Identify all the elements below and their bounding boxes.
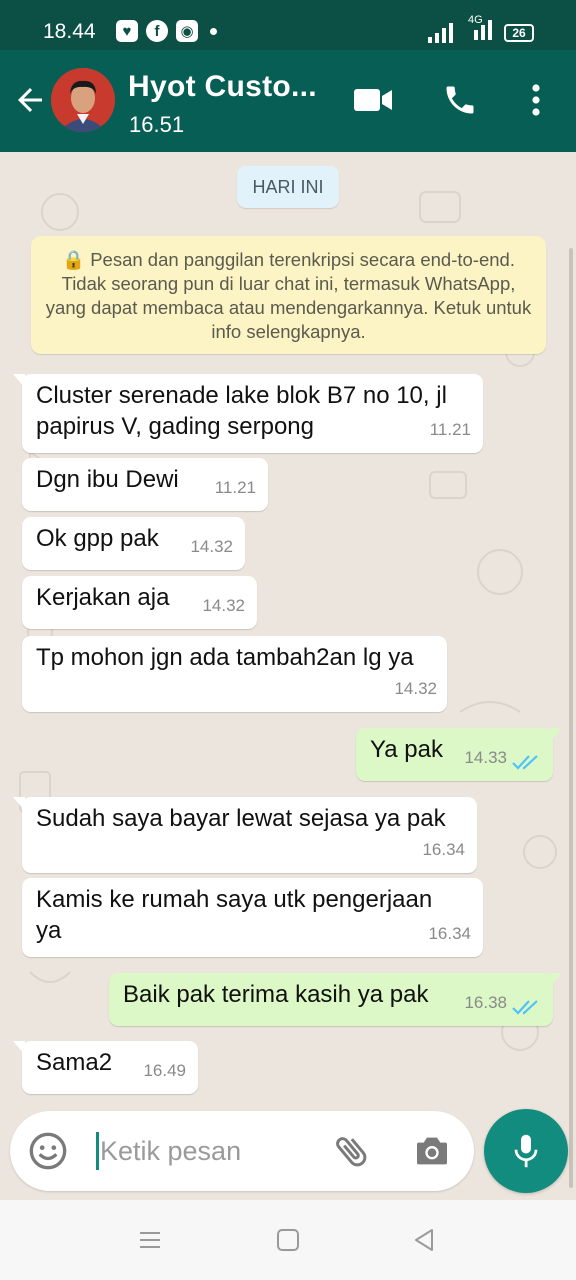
message-bubble[interactable]: Sudah saya bayar lewat sejasa ya pak 16.…	[13, 797, 477, 873]
message-text: Tp mohon jgn ada tambah2an lg ya	[36, 644, 414, 671]
status-bar: 18.44 ♥ f ◉ 4G 26	[0, 0, 576, 50]
chat-area[interactable]: HARI INI 🔒 Pesan dan panggilan terenkrip…	[0, 152, 576, 1200]
read-receipt-icon	[512, 1000, 538, 1015]
back-nav-icon[interactable]	[410, 1226, 438, 1254]
message-time: 14.32	[394, 679, 437, 698]
message-time: 11.21	[214, 478, 256, 497]
encryption-notice[interactable]: 🔒 Pesan dan panggilan terenkripsi secara…	[31, 236, 546, 354]
message-time: 16.34	[428, 924, 471, 943]
message-bubble-outgoing[interactable]: Ya pak 14.33	[356, 728, 562, 781]
menu-nav-icon[interactable]	[136, 1226, 164, 1254]
contact-photo	[51, 68, 115, 132]
message-line: ya	[36, 917, 62, 944]
bubble-tail	[13, 374, 25, 388]
battery-icon: 26	[504, 23, 534, 42]
message-bubble[interactable]: Tp mohon jgn ada tambah2an lg ya 14.32	[22, 636, 447, 712]
message-time: 14.33	[464, 748, 507, 767]
message-bubble[interactable]: Kamis ke rumah saya utk pengerjaan ya 16…	[22, 878, 483, 957]
bubble-tail	[13, 797, 25, 811]
more-options-button[interactable]	[516, 80, 556, 120]
message-time: 11.21	[429, 420, 471, 439]
message-bubble-outgoing[interactable]: Baik pak terima kasih ya pak 16.38	[109, 973, 562, 1026]
message-text: Kerjakan aja	[36, 584, 170, 611]
read-receipt-icon	[512, 755, 538, 770]
video-camera-icon	[354, 89, 392, 111]
message-input[interactable]	[100, 1129, 320, 1173]
voice-message-button[interactable]	[484, 1109, 568, 1193]
message-text: Baik pak terima kasih ya pak	[123, 981, 429, 1008]
attachment-icon[interactable]	[332, 1131, 372, 1171]
voice-call-button[interactable]	[440, 80, 480, 120]
message-time: 16.49	[143, 1061, 186, 1080]
messenger-icon: ◉	[176, 20, 198, 42]
notification-icons: ♥ f ◉	[116, 20, 217, 42]
bubble-tail	[550, 728, 562, 742]
more-vert-icon	[532, 84, 540, 116]
phone-icon	[446, 86, 474, 114]
camera-icon[interactable]	[412, 1131, 452, 1171]
signal-icon	[428, 22, 453, 43]
message-line: papirus V, gading serpong	[36, 413, 314, 440]
message-bubble[interactable]: Dgn ibu Dewi 11.21	[22, 458, 268, 511]
app-heart-icon: ♥	[116, 20, 138, 42]
message-bubble[interactable]: Ok gpp pak 14.32	[22, 517, 245, 570]
chat-header: Hyot Custo... 16.51	[0, 50, 576, 152]
message-text: Kamis ke rumah saya utk pengerjaan ya	[36, 884, 432, 946]
emoji-icon[interactable]	[28, 1131, 68, 1171]
message-time: 16.34	[422, 840, 465, 859]
message-time: 16.38	[464, 993, 507, 1012]
last-seen-status: 16.51	[129, 112, 185, 137]
message-text: Cluster serenade lake blok B7 no 10, jl …	[36, 380, 447, 442]
message-text: Sudah saya bayar lewat sejasa ya pak	[36, 805, 446, 832]
facebook-icon: f	[146, 20, 168, 42]
video-call-button[interactable]	[354, 80, 394, 120]
message-bubble[interactable]: Sama2 16.49	[13, 1041, 198, 1094]
bubble-tail	[550, 973, 562, 987]
more-notifications-dot-icon	[210, 27, 217, 35]
status-time: 18.44	[43, 20, 96, 43]
message-text: Dgn ibu Dewi	[36, 466, 179, 493]
chat-scrollbar[interactable]	[569, 248, 573, 1188]
text-caret	[96, 1132, 99, 1170]
message-line: Kamis ke rumah saya utk pengerjaan	[36, 886, 433, 913]
network-type: 4G	[468, 14, 483, 26]
network-indicator: 4G	[466, 14, 492, 45]
message-line: Cluster serenade lake blok B7 no 10, jl	[36, 382, 447, 409]
microphone-icon	[514, 1134, 538, 1168]
message-bubble[interactable]: Cluster serenade lake blok B7 no 10, jl …	[13, 374, 483, 453]
message-text: Sama2	[36, 1049, 113, 1076]
back-arrow-icon[interactable]	[12, 82, 48, 118]
message-time: 14.32	[202, 596, 245, 615]
status-right: 4G 26	[428, 14, 534, 45]
date-chip: HARI INI	[237, 166, 339, 208]
system-nav-bar	[0, 1200, 576, 1280]
message-time: 14.32	[190, 537, 233, 556]
contact-avatar[interactable]	[51, 68, 115, 132]
message-bubble[interactable]: Kerjakan aja 14.32	[22, 576, 257, 629]
message-text: Ya pak	[370, 736, 443, 763]
message-composer	[10, 1111, 474, 1191]
message-text: Ok gpp pak	[36, 525, 159, 552]
home-nav-icon[interactable]	[274, 1226, 302, 1254]
contact-name[interactable]: Hyot Custo...	[128, 70, 317, 104]
bubble-tail	[13, 1041, 25, 1055]
